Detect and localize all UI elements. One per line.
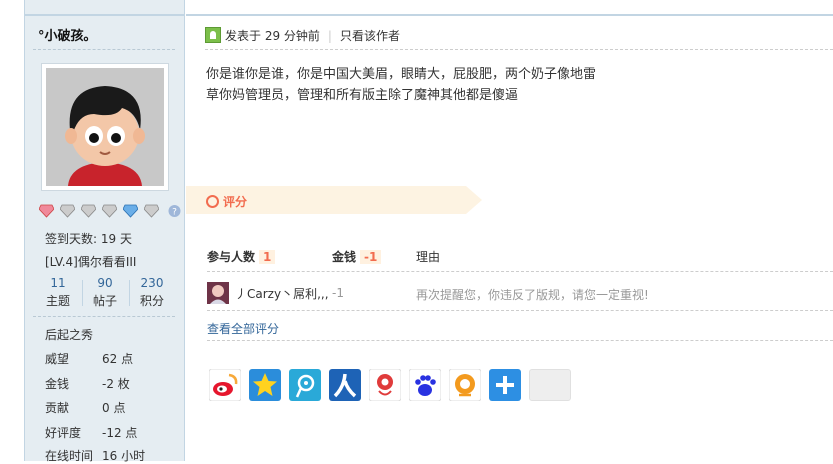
signin-days: 签到天数: 19 天 xyxy=(45,232,132,246)
author-stats: 11 主题 90 帖子 230 积分 xyxy=(35,276,175,310)
medal-icon[interactable] xyxy=(81,204,96,218)
sidebar-top-border xyxy=(25,0,184,16)
post-time: 发表于 29 分钟前 xyxy=(225,29,320,43)
profile-value: 0 点 xyxy=(102,401,126,415)
participants-label: 参与人数 xyxy=(207,250,256,264)
post-line: 你是谁你是谁，你是中国大美眉，眼睛大，屁股肥，两个奶子像地雷 xyxy=(206,67,597,82)
medal-icon[interactable] xyxy=(102,204,117,218)
stat-posts[interactable]: 90 帖子 xyxy=(82,276,128,309)
profile-key: 贡献 xyxy=(45,401,70,415)
divider xyxy=(207,310,833,311)
divider xyxy=(207,340,833,341)
user-level: [LV.4]偶尔看看III xyxy=(45,255,137,269)
avatar[interactable] xyxy=(41,63,169,191)
divider xyxy=(33,316,175,317)
douban-icon[interactable] xyxy=(449,369,481,401)
stat-threads[interactable]: 11 主题 xyxy=(35,276,81,309)
divider xyxy=(207,271,833,272)
baidu-icon[interactable] xyxy=(409,369,441,401)
post-header: 发表于 29 分钟前 | 只看该作者 xyxy=(205,27,400,44)
medal-icon[interactable] xyxy=(39,204,54,218)
kaixin-icon[interactable] xyxy=(369,369,401,401)
divider xyxy=(205,49,833,50)
page-margin xyxy=(0,0,24,461)
profile-key: 好评度 xyxy=(45,426,82,440)
post-line: 草你妈管理员，管理和所有版主除了魔神其他都是傻逼 xyxy=(206,88,519,103)
rating-title-text: 评分 xyxy=(223,195,248,209)
share-bar xyxy=(209,369,609,403)
rater-name[interactable]: 丿Carzy丶屌利,,, xyxy=(235,285,329,302)
stat-label: 积分 xyxy=(139,294,164,308)
stat-value: 11 xyxy=(50,276,66,290)
rating-row: 丿Carzy丶屌利,,, -1 再次提醒您，你违反了版规，请您一定重视! xyxy=(207,282,833,304)
money-col: 金钱 -1 xyxy=(332,248,382,265)
profile-value: -2 枚 xyxy=(102,377,130,391)
avatar-image xyxy=(46,68,164,186)
separator: | xyxy=(327,29,332,43)
medal-row: ? xyxy=(33,204,183,220)
profile-key: 威望 xyxy=(45,352,70,366)
help-icon[interactable]: ? xyxy=(167,204,182,218)
profile-value: 16 小时 xyxy=(102,449,146,463)
stat-label: 帖子 xyxy=(92,294,117,308)
rating-reason: 再次提醒您，你违反了版规，请您一定重视! xyxy=(416,288,649,302)
stat-points[interactable]: 230 积分 xyxy=(129,276,175,309)
rating-amount: -1 xyxy=(332,286,344,300)
qzone-icon[interactable] xyxy=(249,369,281,401)
rating-title: 评分 xyxy=(206,193,247,210)
profile-value: -12 点 xyxy=(102,426,138,440)
weibo-icon[interactable] xyxy=(209,369,241,401)
participants-col: 参与人数 1 xyxy=(207,248,276,265)
money-label: 金钱 xyxy=(332,250,357,264)
stat-value: 230 xyxy=(140,276,164,290)
view-all-ratings-link[interactable]: 查看全部评分 xyxy=(207,320,279,337)
divider xyxy=(33,49,175,50)
medal-icon[interactable] xyxy=(144,204,159,218)
more-share-icon[interactable] xyxy=(489,369,521,401)
medal-icon[interactable] xyxy=(123,204,138,218)
rater-avatar[interactable] xyxy=(207,282,229,304)
money-total: -1 xyxy=(360,250,382,264)
medal-icon[interactable] xyxy=(60,204,75,218)
stat-label: 主题 xyxy=(45,294,70,308)
author-sidebar: °小破孩｡ ? 签到天数: 19 天 [LV.4]偶尔看看III 11 主题 9… xyxy=(24,0,185,463)
rating-circle-icon xyxy=(206,195,219,208)
user-rank: 后起之秀 xyxy=(45,328,94,342)
svg-text:?: ? xyxy=(172,208,177,218)
reason-label: 理由 xyxy=(416,250,441,264)
online-status-icon xyxy=(205,27,221,43)
renren-icon[interactable] xyxy=(329,369,361,401)
tencent-weibo-icon[interactable] xyxy=(289,369,321,401)
profile-key: 金钱 xyxy=(45,377,70,391)
author-name[interactable]: °小破孩｡ xyxy=(38,25,90,44)
post-content: 你是谁你是谁，你是中国大美眉，眼睛大，屁股肥，两个奶子像地雷 草你妈管理员，管理… xyxy=(206,64,596,106)
profile-key: 在线时间 xyxy=(45,449,94,463)
rating-header: 参与人数 1 金钱 -1 理由 xyxy=(207,248,833,268)
post-top-border xyxy=(186,0,833,16)
author-only-link[interactable]: 只看该作者 xyxy=(340,29,400,43)
blank-share-icon[interactable] xyxy=(529,369,571,401)
participants-count: 1 xyxy=(259,250,276,264)
profile-value: 62 点 xyxy=(102,352,134,366)
stat-value: 90 xyxy=(97,276,113,290)
